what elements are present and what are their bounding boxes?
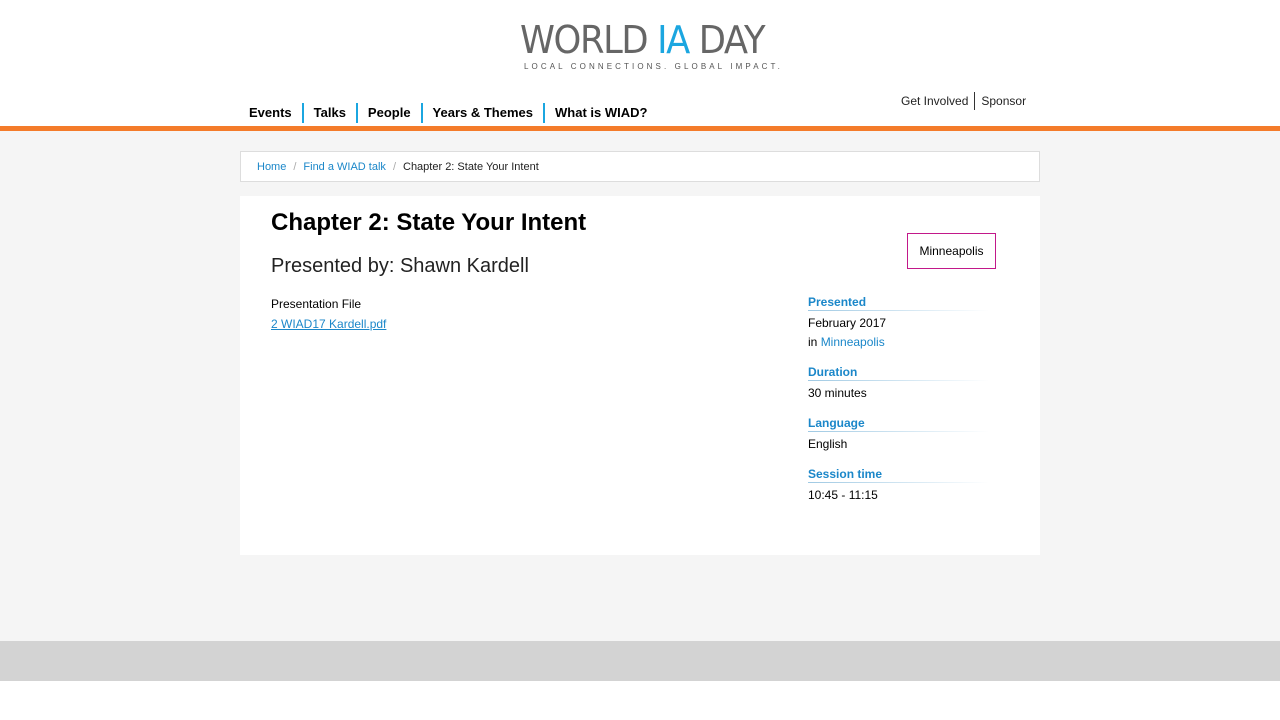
- session-time-label: Session time: [808, 467, 988, 483]
- duration-value: 30 minutes: [808, 386, 867, 400]
- duration-label: Duration: [808, 365, 988, 381]
- nav-talks[interactable]: Talks: [301, 103, 356, 123]
- session-time-value: 10:45 - 11:15: [808, 488, 878, 502]
- world-ia-day-logo[interactable]: WORLD IA DAY LOCAL CONNECTIONS. GLOBAL I…: [520, 18, 780, 74]
- nav-years-themes[interactable]: Years & Themes: [420, 103, 543, 123]
- talk-panel: Chapter 2: State Your Intent Presented b…: [240, 196, 1040, 555]
- language-value: English: [808, 437, 848, 451]
- presenter-line: Presented by: Shawn Kardell: [271, 255, 529, 277]
- breadcrumb-find-talk[interactable]: Find a WIAD talk: [303, 161, 386, 173]
- presentation-file-link[interactable]: 2 WIAD17 Kardell.pdf: [271, 317, 386, 331]
- logo-wordmark: WORLD IA DAY: [520, 18, 766, 62]
- presented-label: Presented: [808, 295, 988, 311]
- get-involved-link[interactable]: Get Involved: [895, 92, 974, 110]
- logo-tagline: LOCAL CONNECTIONS. GLOBAL IMPACT.: [524, 62, 783, 71]
- breadcrumb: Home / Find a WIAD talk / Chapter 2: Sta…: [240, 151, 1040, 182]
- sponsor-link[interactable]: Sponsor: [975, 92, 1032, 110]
- nav-people[interactable]: People: [355, 103, 421, 123]
- presented-location: in Minneapolis: [808, 335, 885, 349]
- presented-date: February 2017: [808, 316, 887, 330]
- nav-events[interactable]: Events: [240, 103, 302, 123]
- page-title: Chapter 2: State Your Intent: [271, 209, 587, 236]
- footer: [0, 641, 1280, 681]
- meta-duration: Duration 30 minutes: [808, 365, 988, 403]
- nav-what-is-wiad[interactable]: What is WIAD?: [543, 103, 657, 123]
- utility-nav: Get Involved Sponsor: [895, 92, 1032, 110]
- breadcrumb-divider: /: [293, 160, 297, 173]
- meta-presented: Presented February 2017 in Minneapolis: [808, 295, 988, 352]
- language-label: Language: [808, 416, 988, 432]
- city-badge-button[interactable]: Minneapolis: [907, 233, 996, 269]
- site-header: WORLD IA DAY LOCAL CONNECTIONS. GLOBAL I…: [0, 0, 1280, 126]
- meta-language: Language English: [808, 416, 988, 454]
- meta-session-time: Session time 10:45 - 11:15: [808, 467, 988, 505]
- breadcrumb-current: Chapter 2: State Your Intent: [403, 160, 539, 173]
- presented-city-link[interactable]: Minneapolis: [821, 335, 885, 349]
- breadcrumb-home[interactable]: Home: [257, 161, 286, 173]
- main-nav: Events Talks People Years & Themes What …: [240, 103, 657, 123]
- breadcrumb-divider: /: [392, 160, 396, 173]
- presentation-file-label: Presentation File: [271, 297, 362, 311]
